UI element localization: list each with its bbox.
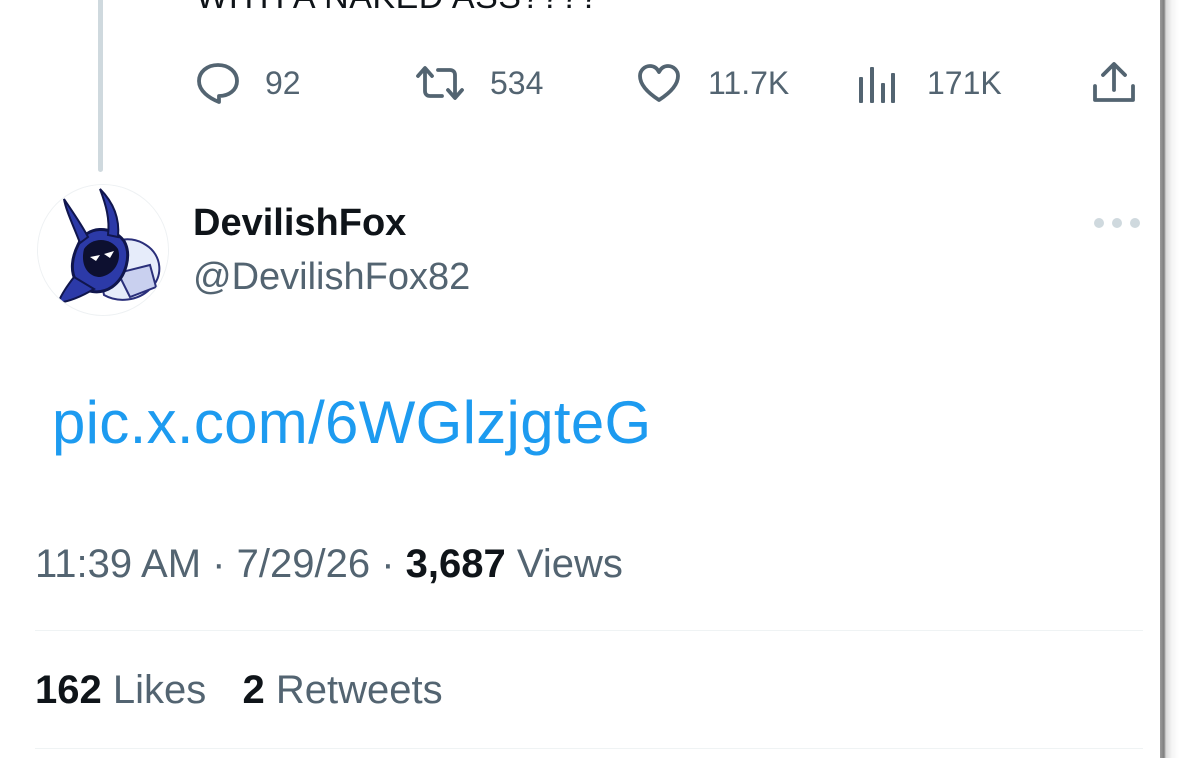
share-upload-icon <box>1090 60 1138 106</box>
divider <box>35 748 1143 749</box>
speech-bubble-icon <box>195 61 241 105</box>
more-options-button[interactable] <box>1094 208 1140 238</box>
heart-icon <box>636 62 682 104</box>
likes-label: Likes <box>112 668 207 712</box>
like-count: 11.7K <box>708 64 790 101</box>
reply-count: 92 <box>265 64 301 101</box>
tweet-media-link[interactable]: pic.x.com/6WGlzjgteG <box>52 388 651 457</box>
views-count-small: 171K <box>927 64 1002 101</box>
reply-button[interactable]: 92 <box>195 58 301 108</box>
tweet-time[interactable]: 11:39 AM <box>35 542 201 586</box>
retweets-label: Retweets <box>275 668 443 712</box>
like-button[interactable]: 11.7K <box>636 58 789 108</box>
tweet-detail-page: WITH A NAKED ASS???? 92 534 <box>0 0 1179 758</box>
previous-tweet-action-bar: 92 534 11.7K 171K <box>0 58 1160 108</box>
tweet-date[interactable]: 7/29/26 <box>237 542 370 586</box>
more-dots-icon <box>1112 218 1122 228</box>
retweets-stat[interactable]: 2 Retweets <box>243 668 443 712</box>
display-name[interactable]: DevilishFox <box>193 202 406 245</box>
retweet-button[interactable]: 534 <box>414 58 543 108</box>
retweets-count: 2 <box>242 668 265 712</box>
engagement-stats: 162 Likes 2 Retweets <box>35 668 443 713</box>
more-dots-icon <box>1094 218 1104 228</box>
meta-separator: · <box>212 542 226 586</box>
retweet-count: 534 <box>490 64 544 101</box>
retweet-arrows-icon <box>414 63 466 103</box>
share-button[interactable] <box>1090 58 1138 108</box>
meta-separator: · <box>381 542 395 586</box>
views-button[interactable]: 171K <box>857 58 1002 108</box>
tweet-views-label: Views <box>516 542 623 586</box>
divider <box>35 630 1143 631</box>
scrollbar-edge[interactable] <box>1160 0 1179 758</box>
user-handle[interactable]: @DevilishFox82 <box>193 256 470 299</box>
devil-fox-avatar-image <box>38 185 168 315</box>
likes-count: 162 <box>35 668 102 712</box>
likes-stat[interactable]: 162 Likes <box>35 668 217 712</box>
bar-chart-icon <box>857 61 897 105</box>
avatar[interactable] <box>38 185 168 315</box>
tweet-views-count: 3,687 <box>405 542 506 586</box>
previous-tweet-text: WITH A NAKED ASS???? <box>196 0 599 17</box>
tweet-meta-line: 11:39 AM · 7/29/26 · 3,687 Views <box>35 542 623 587</box>
more-dots-icon <box>1130 218 1140 228</box>
